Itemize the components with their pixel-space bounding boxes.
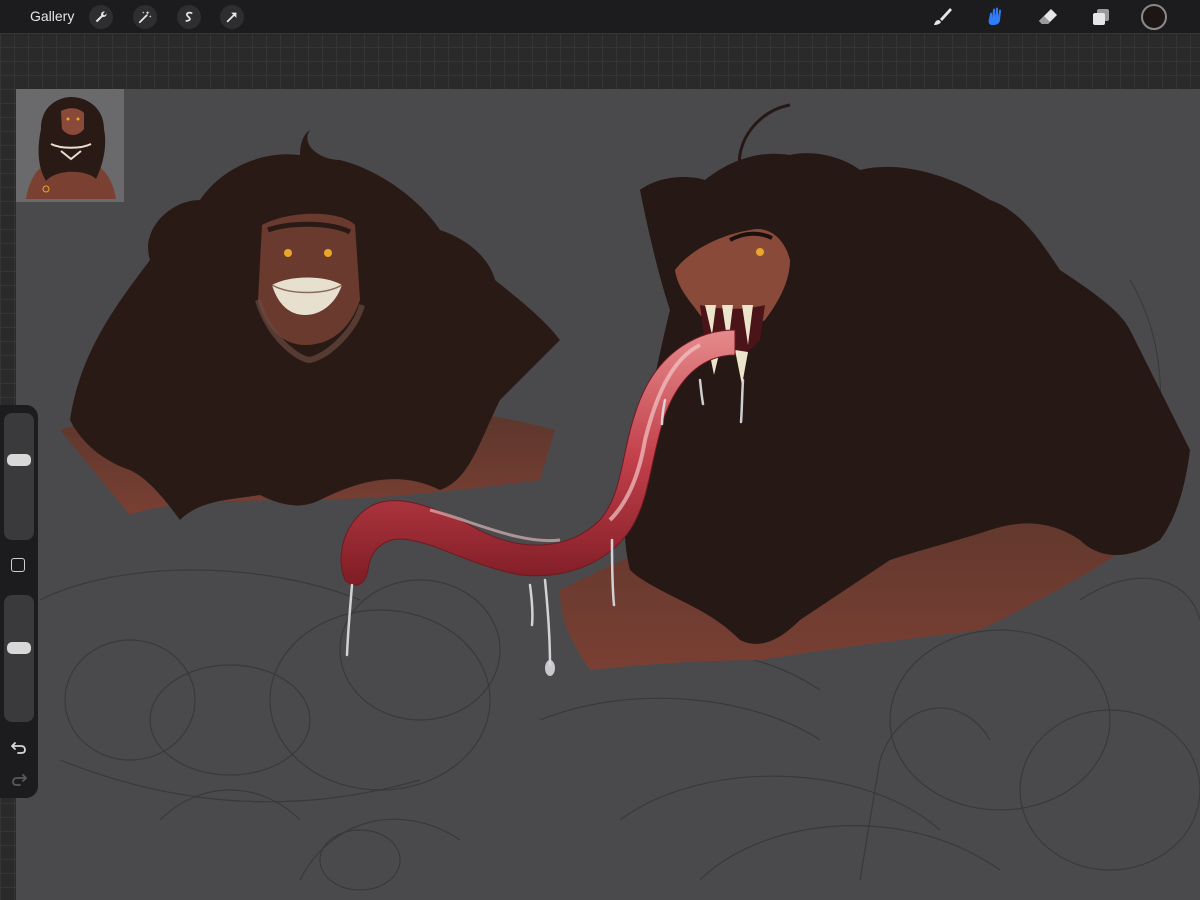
top-toolbar: Gallery	[0, 0, 1200, 33]
procreate-app: Gallery	[0, 0, 1200, 900]
artwork	[39, 103, 1200, 891]
undo-icon[interactable]	[9, 737, 29, 757]
brush-size-slider[interactable]	[4, 413, 34, 540]
opacity-thumb[interactable]	[7, 641, 31, 654]
layers-icon[interactable]	[1088, 4, 1114, 30]
selection-s-icon[interactable]	[177, 5, 201, 29]
reference-image	[16, 89, 124, 202]
opacity-slider[interactable]	[4, 595, 34, 722]
gallery-button[interactable]: Gallery	[30, 0, 74, 33]
redo-icon[interactable]	[9, 769, 29, 789]
modify-button[interactable]	[11, 558, 25, 572]
brush-size-thumb[interactable]	[7, 454, 31, 467]
reference-thumbnail[interactable]	[16, 89, 124, 202]
adjustments-wand-icon[interactable]	[133, 5, 157, 29]
actions-wrench-icon[interactable]	[89, 5, 113, 29]
current-color-swatch[interactable]	[1141, 4, 1167, 30]
eraser-icon[interactable]	[1035, 4, 1061, 30]
left-sidebar	[0, 405, 38, 798]
brush-icon[interactable]	[929, 4, 955, 30]
transform-arrow-icon[interactable]	[220, 5, 244, 29]
smudge-icon[interactable]	[982, 4, 1008, 30]
drawing-canvas[interactable]	[16, 89, 1200, 900]
